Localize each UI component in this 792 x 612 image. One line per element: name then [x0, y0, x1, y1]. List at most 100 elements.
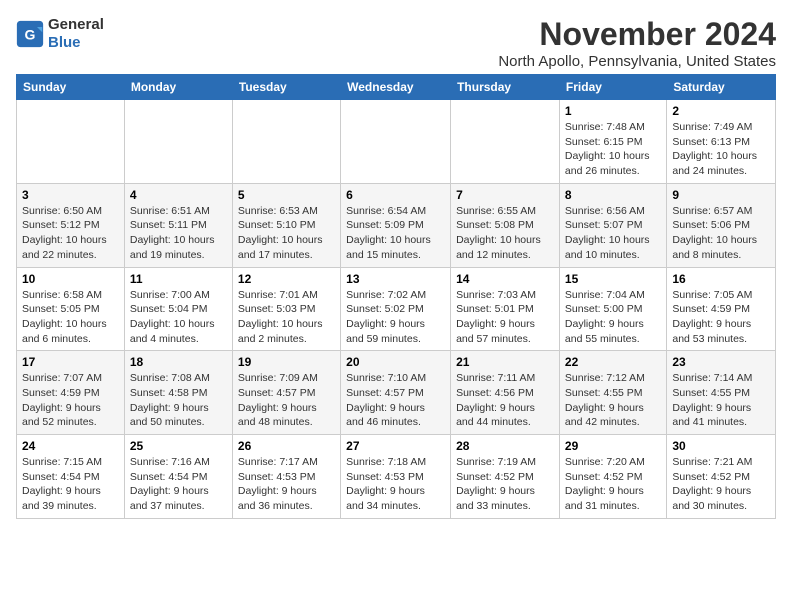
- calendar-cell: 17 Sunrise: 7:07 AM Sunset: 4:59 PM Dayli…: [17, 351, 125, 435]
- calendar-cell: [341, 100, 451, 184]
- day-number: 6: [346, 188, 445, 202]
- calendar-week-3: 10Sunrise: 6:58 AM Sunset: 5:05 PM Dayli…: [17, 267, 776, 351]
- title-area: November 2024 North Apollo, Pennsylvania…: [498, 16, 776, 70]
- day-number: 17: [22, 355, 119, 369]
- day-info: Sunrise: 7:14 AM Sunset: 4:55 PM Dayligh…: [672, 371, 770, 430]
- day-number: 12: [238, 272, 335, 286]
- calendar-cell: 18 Sunrise: 7:08 AM Sunset: 4:58 PM Dayli…: [124, 351, 232, 435]
- day-number: 25: [130, 439, 227, 453]
- calendar-cell: 4 Sunrise: 6:51 AM Sunset: 5:11 PM Daylig…: [124, 183, 232, 267]
- header: G General Blue November 2024 North Apoll…: [16, 16, 776, 70]
- day-info: Sunrise: 6:57 AM Sunset: 5:06 PM Dayligh…: [672, 204, 770, 263]
- logo-icon: G: [16, 20, 44, 48]
- day-info: Sunrise: 7:18 AM Sunset: 4:53 PM Dayligh…: [346, 455, 445, 514]
- calendar-cell: 2 Sunrise: 7:49 AM Sunset: 6:13 PM Daylig…: [667, 100, 776, 184]
- calendar-cell: 1 Sunrise: 7:48 AM Sunset: 6:15 PM Daylig…: [559, 100, 666, 184]
- logo-line1: General: [48, 16, 104, 34]
- logo: G General Blue: [16, 16, 104, 52]
- day-number: 3: [22, 188, 119, 202]
- calendar-week-4: 17 Sunrise: 7:07 AM Sunset: 4:59 PM Dayli…: [17, 351, 776, 435]
- day-info: Sunrise: 7:16 AM Sunset: 4:54 PM Dayligh…: [130, 455, 227, 514]
- calendar-week-2: 3 Sunrise: 6:50 AM Sunset: 5:12 PM Daylig…: [17, 183, 776, 267]
- day-number: 2: [672, 104, 770, 118]
- calendar-cell: 10Sunrise: 6:58 AM Sunset: 5:05 PM Dayli…: [17, 267, 125, 351]
- header-sunday: Sunday: [17, 75, 125, 100]
- calendar-cell: 9 Sunrise: 6:57 AM Sunset: 5:06 PM Daylig…: [667, 183, 776, 267]
- day-number: 21: [456, 355, 554, 369]
- day-info: Sunrise: 6:50 AM Sunset: 5:12 PM Dayligh…: [22, 204, 119, 263]
- day-info: Sunrise: 7:11 AM Sunset: 4:56 PM Dayligh…: [456, 371, 554, 430]
- day-info: Sunrise: 6:51 AM Sunset: 5:11 PM Dayligh…: [130, 204, 227, 263]
- day-info: Sunrise: 7:10 AM Sunset: 4:57 PM Dayligh…: [346, 371, 445, 430]
- day-info: Sunrise: 6:53 AM Sunset: 5:10 PM Dayligh…: [238, 204, 335, 263]
- calendar-cell: 20Sunrise: 7:10 AM Sunset: 4:57 PM Dayli…: [341, 351, 451, 435]
- day-info: Sunrise: 7:49 AM Sunset: 6:13 PM Dayligh…: [672, 120, 770, 179]
- calendar-cell: [451, 100, 560, 184]
- calendar-week-5: 24 Sunrise: 7:15 AM Sunset: 4:54 PM Dayli…: [17, 435, 776, 519]
- header-thursday: Thursday: [451, 75, 560, 100]
- day-number: 27: [346, 439, 445, 453]
- day-number: 5: [238, 188, 335, 202]
- calendar-cell: 15 Sunrise: 7:04 AM Sunset: 5:00 PM Dayli…: [559, 267, 666, 351]
- day-info: Sunrise: 7:19 AM Sunset: 4:52 PM Dayligh…: [456, 455, 554, 514]
- day-info: Sunrise: 7:15 AM Sunset: 4:54 PM Dayligh…: [22, 455, 119, 514]
- calendar-cell: 28 Sunrise: 7:19 AM Sunset: 4:52 PM Dayli…: [451, 435, 560, 519]
- calendar-cell: 12Sunrise: 7:01 AM Sunset: 5:03 PM Dayli…: [232, 267, 340, 351]
- day-number: 19: [238, 355, 335, 369]
- day-number: 28: [456, 439, 554, 453]
- calendar-cell: 26Sunrise: 7:17 AM Sunset: 4:53 PM Dayli…: [232, 435, 340, 519]
- calendar-cell: 19Sunrise: 7:09 AM Sunset: 4:57 PM Dayli…: [232, 351, 340, 435]
- day-info: Sunrise: 6:54 AM Sunset: 5:09 PM Dayligh…: [346, 204, 445, 263]
- header-wednesday: Wednesday: [341, 75, 451, 100]
- calendar-table: SundayMondayTuesdayWednesdayThursdayFrid…: [16, 74, 776, 519]
- day-info: Sunrise: 7:17 AM Sunset: 4:53 PM Dayligh…: [238, 455, 335, 514]
- day-info: Sunrise: 6:55 AM Sunset: 5:08 PM Dayligh…: [456, 204, 554, 263]
- calendar-cell: 3 Sunrise: 6:50 AM Sunset: 5:12 PM Daylig…: [17, 183, 125, 267]
- header-friday: Friday: [559, 75, 666, 100]
- calendar-cell: 13 Sunrise: 7:02 AM Sunset: 5:02 PM Dayli…: [341, 267, 451, 351]
- calendar-week-1: 1 Sunrise: 7:48 AM Sunset: 6:15 PM Daylig…: [17, 100, 776, 184]
- day-info: Sunrise: 7:02 AM Sunset: 5:02 PM Dayligh…: [346, 288, 445, 347]
- day-number: 18: [130, 355, 227, 369]
- day-number: 16: [672, 272, 770, 286]
- header-tuesday: Tuesday: [232, 75, 340, 100]
- calendar-cell: 27 Sunrise: 7:18 AM Sunset: 4:53 PM Dayli…: [341, 435, 451, 519]
- calendar-cell: 7 Sunrise: 6:55 AM Sunset: 5:08 PM Daylig…: [451, 183, 560, 267]
- day-number: 13: [346, 272, 445, 286]
- month-title: November 2024: [498, 16, 776, 53]
- day-number: 1: [565, 104, 661, 118]
- day-number: 15: [565, 272, 661, 286]
- calendar-cell: 16 Sunrise: 7:05 AM Sunset: 4:59 PM Dayli…: [667, 267, 776, 351]
- day-info: Sunrise: 7:20 AM Sunset: 4:52 PM Dayligh…: [565, 455, 661, 514]
- day-info: Sunrise: 7:21 AM Sunset: 4:52 PM Dayligh…: [672, 455, 770, 514]
- header-monday: Monday: [124, 75, 232, 100]
- calendar-header-row: SundayMondayTuesdayWednesdayThursdayFrid…: [17, 75, 776, 100]
- day-info: Sunrise: 7:03 AM Sunset: 5:01 PM Dayligh…: [456, 288, 554, 347]
- calendar-cell: 29Sunrise: 7:20 AM Sunset: 4:52 PM Dayli…: [559, 435, 666, 519]
- day-number: 4: [130, 188, 227, 202]
- calendar-cell: 14Sunrise: 7:03 AM Sunset: 5:01 PM Dayli…: [451, 267, 560, 351]
- calendar-cell: [124, 100, 232, 184]
- calendar-cell: 6 Sunrise: 6:54 AM Sunset: 5:09 PM Daylig…: [341, 183, 451, 267]
- day-number: 30: [672, 439, 770, 453]
- calendar-cell: 11 Sunrise: 7:00 AM Sunset: 5:04 PM Dayli…: [124, 267, 232, 351]
- day-info: Sunrise: 7:12 AM Sunset: 4:55 PM Dayligh…: [565, 371, 661, 430]
- day-info: Sunrise: 7:00 AM Sunset: 5:04 PM Dayligh…: [130, 288, 227, 347]
- day-number: 9: [672, 188, 770, 202]
- day-info: Sunrise: 7:08 AM Sunset: 4:58 PM Dayligh…: [130, 371, 227, 430]
- day-number: 24: [22, 439, 119, 453]
- day-number: 10: [22, 272, 119, 286]
- calendar-cell: [17, 100, 125, 184]
- day-number: 11: [130, 272, 227, 286]
- calendar-cell: 5 Sunrise: 6:53 AM Sunset: 5:10 PM Daylig…: [232, 183, 340, 267]
- day-number: 7: [456, 188, 554, 202]
- day-info: Sunrise: 7:04 AM Sunset: 5:00 PM Dayligh…: [565, 288, 661, 347]
- calendar-cell: 25 Sunrise: 7:16 AM Sunset: 4:54 PM Dayli…: [124, 435, 232, 519]
- day-info: Sunrise: 7:48 AM Sunset: 6:15 PM Dayligh…: [565, 120, 661, 179]
- logo-line2: Blue: [48, 34, 104, 52]
- svg-text:G: G: [25, 26, 36, 42]
- day-info: Sunrise: 7:07 AM Sunset: 4:59 PM Dayligh…: [22, 371, 119, 430]
- day-info: Sunrise: 6:56 AM Sunset: 5:07 PM Dayligh…: [565, 204, 661, 263]
- location-title: North Apollo, Pennsylvania, United State…: [498, 53, 776, 70]
- day-info: Sunrise: 7:05 AM Sunset: 4:59 PM Dayligh…: [672, 288, 770, 347]
